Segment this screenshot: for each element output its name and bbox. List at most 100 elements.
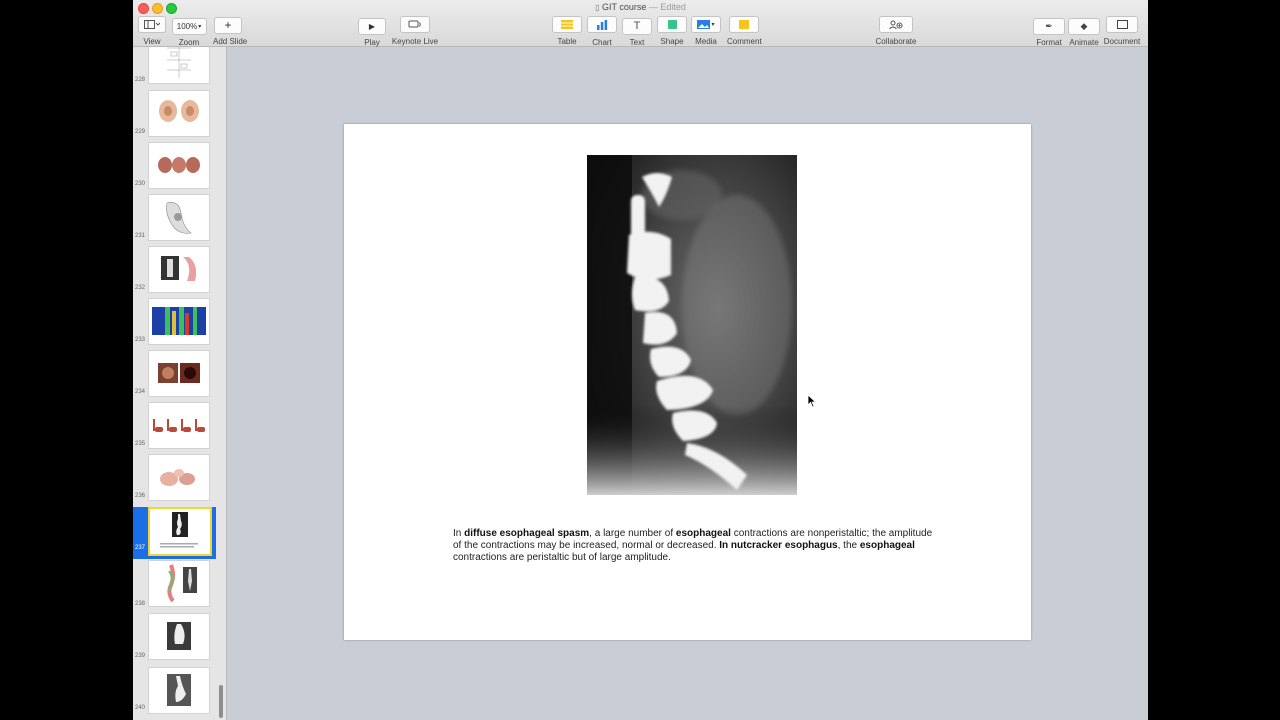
paintbrush-icon: ✒ bbox=[1045, 21, 1053, 31]
format-label: Format bbox=[1036, 38, 1062, 47]
play-tool[interactable]: ▶ Play bbox=[357, 16, 387, 47]
add-slide-label: Add Slide bbox=[213, 37, 248, 46]
toolbar: ▯ GIT course — Edited View 100% ▾ Zoom + … bbox=[133, 0, 1148, 47]
slide-number: 237 bbox=[134, 545, 145, 551]
slide-number: 232 bbox=[134, 285, 145, 291]
media-tool[interactable]: ▾ Media bbox=[691, 16, 721, 46]
slide-number: 236 bbox=[134, 493, 145, 499]
keynote-window: ▯ GIT course — Edited View 100% ▾ Zoom + … bbox=[133, 0, 1148, 720]
slide-caption[interactable]: In diffuse esophageal spasm, a large num… bbox=[453, 528, 933, 564]
slide-237[interactable]: In diffuse esophageal spasm, a large num… bbox=[344, 124, 1031, 640]
navigator-scrollbar[interactable] bbox=[219, 685, 223, 718]
animate-button[interactable]: ◆ bbox=[1068, 18, 1100, 35]
table-tool[interactable]: Table bbox=[552, 16, 582, 46]
slide-thumbnail-232[interactable] bbox=[148, 246, 210, 293]
document-button[interactable] bbox=[1106, 16, 1138, 33]
slide-thumbnail-image bbox=[167, 47, 191, 78]
slide-thumbnail-239[interactable] bbox=[148, 613, 210, 660]
caption-term: esophageal bbox=[859, 540, 915, 551]
slide-thumbnail-image bbox=[167, 564, 197, 603]
caption-term: diffuse esophageal spasm bbox=[464, 528, 590, 539]
chart-icon bbox=[597, 19, 608, 30]
slide-thumbnail-image bbox=[161, 256, 197, 281]
table-icon bbox=[561, 20, 573, 29]
slide-thumbnail-230[interactable] bbox=[148, 142, 210, 189]
slide-number: 238 bbox=[134, 601, 145, 607]
document-icon: ▯ bbox=[595, 3, 600, 12]
slide-thumbnail-228[interactable] bbox=[148, 47, 210, 84]
media-label: Media bbox=[695, 37, 717, 46]
zoom-label: Zoom bbox=[178, 38, 200, 47]
slide-thumbnail-234[interactable] bbox=[148, 350, 210, 397]
slide-thumbnail-240[interactable] bbox=[148, 667, 210, 714]
slide-thumbnail-229[interactable] bbox=[148, 90, 210, 137]
shape-label: Shape bbox=[660, 37, 684, 46]
collaborate-tool[interactable]: Collaborate bbox=[874, 16, 918, 46]
collaborate-icon bbox=[889, 20, 903, 29]
slide-thumbnail-237[interactable] bbox=[148, 507, 212, 556]
slide-thumbnail-image bbox=[159, 100, 199, 122]
window-title: ▯ GIT course — Edited bbox=[595, 2, 686, 12]
slide-number: 234 bbox=[134, 389, 145, 395]
comment-tool[interactable]: Comment bbox=[727, 16, 762, 46]
format-button[interactable]: ✒ bbox=[1033, 18, 1065, 35]
view-button[interactable] bbox=[138, 16, 166, 33]
shape-tool[interactable]: Shape bbox=[657, 16, 687, 46]
mouse-cursor-icon bbox=[807, 394, 817, 408]
text-button[interactable]: T bbox=[622, 17, 652, 35]
chart-tool[interactable]: Chart bbox=[587, 16, 617, 47]
slide-number: 239 bbox=[134, 653, 145, 659]
zoom-value: 100% bbox=[176, 22, 198, 31]
animate-tool[interactable]: ◆ Animate bbox=[1067, 16, 1101, 47]
keynote-live-label: Keynote Live bbox=[391, 37, 439, 46]
shape-button[interactable] bbox=[657, 16, 687, 33]
slide-thumbnail-231[interactable] bbox=[148, 194, 210, 241]
caption-text: contractions are peristaltic but of larg… bbox=[453, 552, 671, 563]
document-tool[interactable]: Document bbox=[1103, 16, 1141, 46]
slide-thumbnail-238[interactable] bbox=[148, 560, 210, 607]
animate-label: Animate bbox=[1069, 38, 1099, 47]
document-title: GIT course bbox=[602, 2, 647, 12]
esophagus-xray-image[interactable] bbox=[587, 155, 797, 495]
collaborate-button[interactable] bbox=[879, 16, 913, 33]
text-icon: T bbox=[633, 20, 641, 32]
animate-icon: ◆ bbox=[1080, 21, 1088, 31]
media-icon bbox=[697, 20, 711, 29]
comment-label: Comment bbox=[727, 37, 762, 46]
caption-text: , a large number of bbox=[589, 528, 676, 539]
media-button[interactable]: ▾ bbox=[691, 16, 721, 33]
slide-number: 235 bbox=[134, 441, 145, 447]
table-label: Table bbox=[557, 37, 577, 46]
zoom-select[interactable]: 100% ▾ bbox=[171, 18, 207, 35]
caption-text: , the bbox=[837, 540, 860, 551]
comment-button[interactable] bbox=[729, 16, 759, 33]
add-slide-button[interactable]: + bbox=[214, 16, 242, 34]
slide-thumbnail-image bbox=[166, 202, 192, 234]
comment-icon bbox=[739, 20, 749, 29]
text-tool[interactable]: T Text bbox=[622, 16, 652, 47]
view-label: View bbox=[143, 37, 161, 46]
view-tool[interactable]: View bbox=[138, 16, 166, 46]
table-button[interactable] bbox=[552, 16, 582, 33]
format-tool[interactable]: ✒ Format bbox=[1032, 16, 1066, 47]
slide-thumbnail-image bbox=[167, 622, 191, 650]
slide-thumbnail-235[interactable] bbox=[148, 402, 210, 449]
slide-thumbnail-236[interactable] bbox=[148, 454, 210, 501]
slide-thumbnail-233[interactable] bbox=[148, 298, 210, 345]
caption-term: esophageal bbox=[675, 528, 731, 539]
slide-canvas: In diffuse esophageal spasm, a large num… bbox=[227, 47, 1148, 720]
add-slide-tool[interactable]: + Add Slide bbox=[213, 16, 248, 46]
chart-button[interactable] bbox=[587, 16, 617, 33]
zoom-tool[interactable]: 100% ▾ Zoom bbox=[171, 16, 207, 47]
shape-icon bbox=[667, 20, 677, 29]
chart-label: Chart bbox=[592, 37, 612, 47]
slide-navigator[interactable]: 228 229 230 231 232 233 234 235 236 237 … bbox=[133, 47, 227, 720]
keynote-live-tool[interactable]: Keynote Live bbox=[391, 16, 439, 46]
plus-icon: + bbox=[224, 18, 232, 32]
sidebar-icon bbox=[144, 20, 160, 29]
chevron-down-icon: ▾ bbox=[198, 24, 202, 30]
slide-number: 240 bbox=[134, 705, 145, 711]
play-button[interactable]: ▶ bbox=[358, 18, 386, 35]
keynote-live-button[interactable] bbox=[400, 16, 430, 33]
document-label: Document bbox=[1103, 37, 1141, 46]
